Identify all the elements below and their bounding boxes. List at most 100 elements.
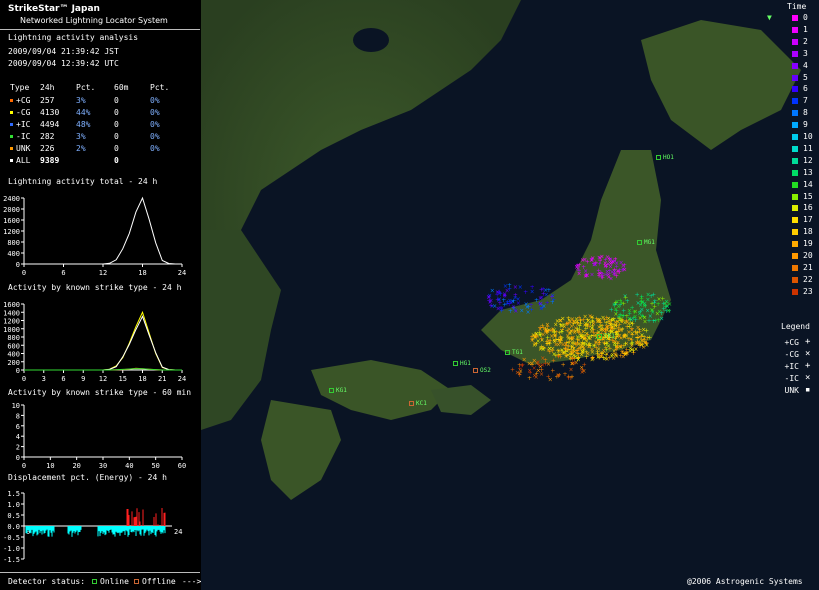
time-label: 15 [803,191,813,201]
strike-marker: × [605,268,610,275]
neg-cg-pct24: 44% [76,108,91,117]
unk-swatch [10,147,13,150]
time-swatch [792,276,798,283]
y-tick-label: 2400 [3,195,20,203]
time-swatch [792,157,798,164]
station-marker-icon[interactable] [473,368,478,373]
pos-ic-label: +IC [16,120,31,129]
time-legend-row: 23 [769,287,819,298]
station-marker-icon[interactable] [597,334,602,339]
strike-marker: + [559,329,564,336]
time-label: 13 [803,167,813,177]
detector-arrow[interactable]: ---> [182,577,201,586]
pos-cg-24h: 257 [40,96,55,105]
chart-type-60m: 0 2 4 6 8 10 0 10 20 30 40 50 60 [0,400,200,468]
strike-marker: × [571,319,576,326]
station-marker-icon[interactable] [453,361,458,366]
time-legend-row: 20 [769,251,819,262]
time-label: 20 [803,251,813,260]
station-marker-icon[interactable] [505,350,510,355]
pos-cg-pct60: 0% [150,96,160,105]
time-swatch [792,181,798,188]
x-tick-label: 10 [46,462,54,468]
strike-legend-row: -CG × [759,349,819,361]
time-legend-row: 19 [769,239,819,250]
time-swatch [792,193,798,200]
chart-total-24h: 0 400 800 1200 1600 2000 2400 0 6 12 18 24 [0,190,200,275]
strike-marker: × [577,271,582,278]
x-tick-label: 24 [174,528,182,536]
strike-marker: × [490,288,495,295]
station-label: OS2 [480,367,491,374]
neg-ic-pct60: 0% [150,132,160,141]
time-legend-title: Time [787,2,807,11]
strike-marker: + [618,298,623,305]
unk-24h: 226 [40,144,55,153]
app-title: StrikeStar™ Japan [8,4,100,14]
strike-marker: × [541,303,546,310]
x-tick-label: 15 [119,375,127,383]
strike-marker: × [667,301,672,308]
y-tick-label: -1.5 [3,556,20,564]
time-legend-row: 18 [769,227,819,238]
strike-legend-row: UNK ▪ [759,385,819,397]
time-legend-row: 21 [769,263,819,274]
time-label: 8 [803,108,808,118]
strike-marker: + [569,374,574,381]
strike-marker: × [619,259,624,266]
strike-marker: + [576,329,581,336]
strike-symbol-icon: ▪ [805,385,811,395]
station-marker-icon[interactable] [637,240,642,245]
offline-box-icon [134,579,139,584]
station-marker-icon[interactable] [409,401,414,406]
time-label: 18 [803,227,813,237]
x-tick-label: 18 [138,269,146,275]
strike-marker: + [523,289,528,296]
strike-marker: + [633,317,638,324]
time-label: 5 [803,72,808,82]
x-tick-label: 18 [138,375,146,383]
strike-legend-title: Legend [781,322,810,331]
all-label: ALL [16,156,31,165]
unk-pct24: 2% [76,144,86,153]
strike-symbol-icon: × [805,349,811,359]
detector-status-label: Detector status: [8,577,86,586]
strike-marker: × [503,283,508,290]
strike-marker: × [527,368,532,375]
station-marker-icon[interactable] [656,155,661,160]
strike-marker: + [587,324,592,331]
strike-marker: × [507,298,512,305]
strike-marker: × [604,323,609,330]
x-tick-label: 50 [151,462,159,468]
time-label: 16 [803,203,813,213]
strike-marker: + [557,372,562,379]
y-tick-label: 1400 [3,309,20,317]
unk-pct60: 0% [150,144,160,153]
strike-marker: × [580,257,585,264]
strike-marker: × [600,315,605,322]
neg-cg-60m: 0 [114,108,119,117]
time-legend-row: 11 [769,144,819,155]
strike-marker: + [538,324,543,331]
strike-marker: × [575,263,580,270]
series-line-1 [24,315,182,371]
time-utc: 2009/09/04 12:39:42 UTC [8,59,119,68]
strike-marker: + [617,267,622,274]
unk-label: UNK [16,144,31,153]
lightning-map[interactable]: × × + × + × + × × × + + × × × × + + × + × + + + × × × + × + + + + + × × × + + +… [201,0,819,590]
time-legend-row: 13 [769,168,819,179]
x-tick-label: 24 [178,269,186,275]
station-marker-icon[interactable] [329,388,334,393]
strike-marker: × [641,326,646,333]
strike-marker: × [610,258,615,265]
time-legend-row: 3 [769,49,819,60]
strike-symbol-icon: + [805,337,811,347]
time-swatch [792,145,798,152]
unk-60m: 0 [114,144,119,153]
analysis-heading: Lightning activity analysis [8,33,139,42]
strike-marker: + [549,294,554,301]
x-tick-label: 20 [72,462,80,468]
time-legend-row: 6 [769,84,819,95]
strike-marker: × [544,291,549,298]
time-jst: 2009/09/04 21:39:42 JST [8,47,119,56]
